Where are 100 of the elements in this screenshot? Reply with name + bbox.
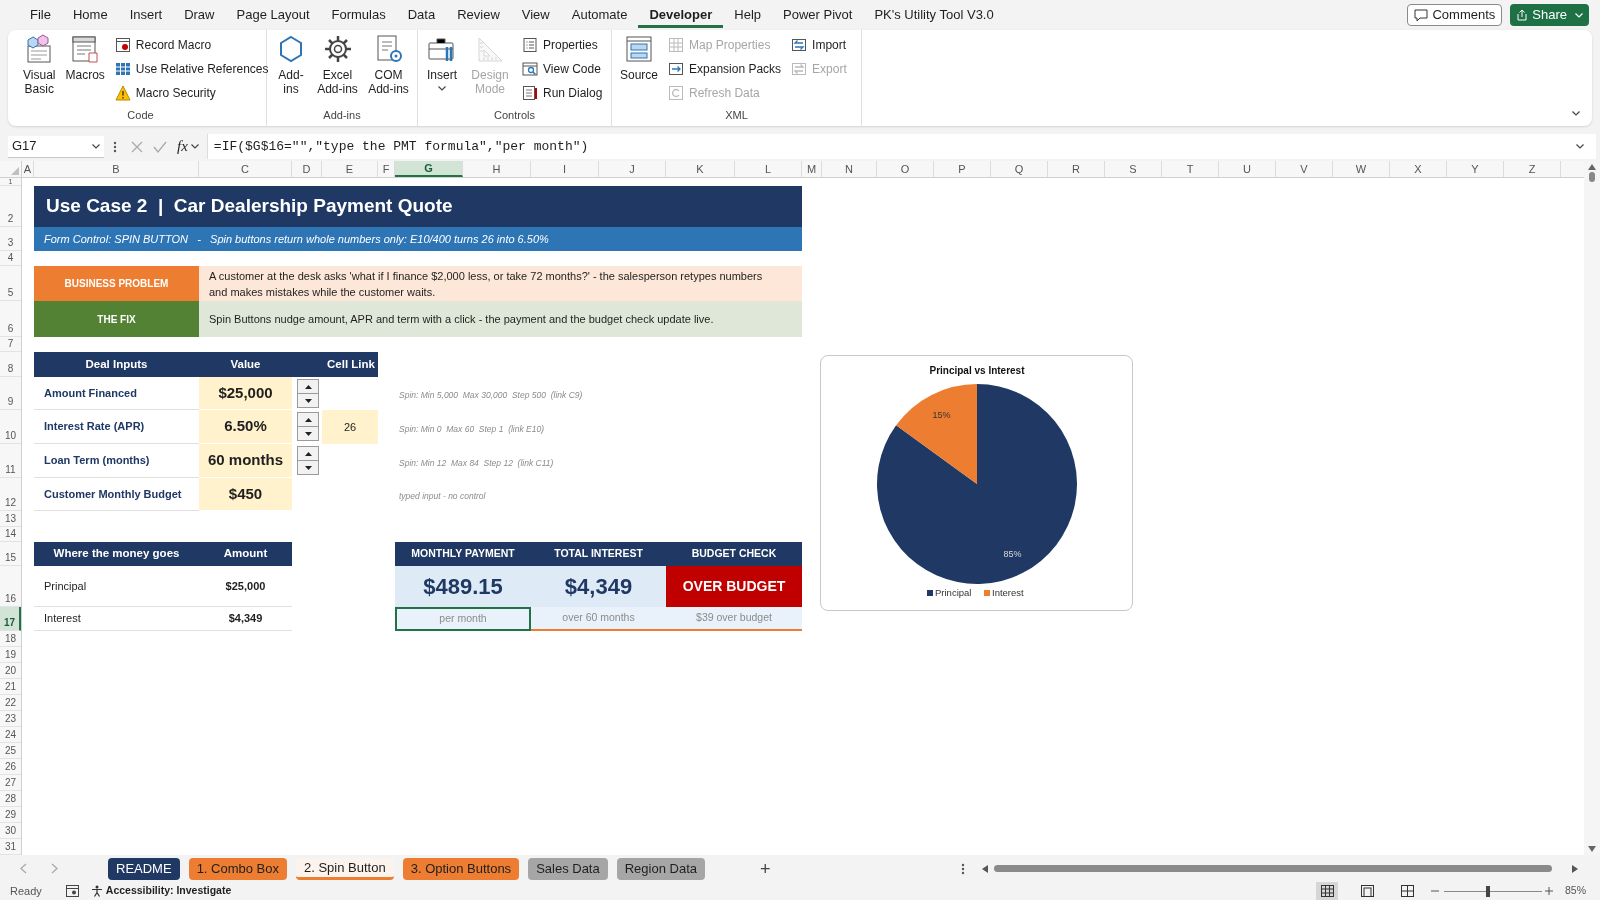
menu-tab[interactable]: Help bbox=[723, 2, 773, 28]
menu-tab[interactable]: Draw bbox=[173, 2, 226, 28]
column-header[interactable]: A bbox=[22, 161, 34, 177]
menu-tab[interactable]: Page Layout bbox=[225, 2, 321, 28]
spin-button[interactable] bbox=[297, 379, 319, 408]
column-header[interactable]: U bbox=[1219, 161, 1276, 177]
column-header[interactable]: Z bbox=[1504, 161, 1561, 177]
column-header[interactable]: D bbox=[292, 161, 322, 177]
row-header[interactable]: 31 bbox=[0, 839, 21, 855]
row-header[interactable]: 28 bbox=[0, 791, 21, 807]
ribbon-button[interactable]: COM Add-ins bbox=[366, 33, 411, 96]
column-header[interactable]: P bbox=[934, 161, 991, 177]
row-header[interactable]: 7 bbox=[0, 337, 21, 352]
row-header[interactable]: 20 bbox=[0, 663, 21, 679]
ribbon-button[interactable]: Run Dialog bbox=[520, 81, 605, 105]
ribbon-button[interactable]: Excel Add-ins bbox=[315, 33, 360, 96]
ribbon-button[interactable]: Visual Basic bbox=[21, 33, 58, 96]
row-header[interactable]: 4 bbox=[0, 251, 21, 266]
menu-tab[interactable]: Review bbox=[446, 2, 511, 28]
row-header[interactable]: 23 bbox=[0, 711, 21, 727]
ribbon-button[interactable]: Properties bbox=[520, 33, 605, 57]
row-header[interactable]: 29 bbox=[0, 807, 21, 823]
sheet-tab[interactable]: 1. Combo Box bbox=[188, 857, 287, 880]
menu-tab[interactable]: Home bbox=[61, 2, 119, 28]
spin-button[interactable] bbox=[297, 412, 319, 441]
ribbon-button[interactable]: Use Relative References bbox=[112, 57, 271, 81]
input-cell[interactable]: 6.50% bbox=[199, 410, 292, 444]
ribbon-button[interactable]: Macro Security bbox=[112, 81, 271, 105]
row-header[interactable]: 27 bbox=[0, 775, 21, 791]
column-header[interactable]: O bbox=[877, 161, 934, 177]
row-header[interactable]: 26 bbox=[0, 759, 21, 775]
column-header[interactable]: L bbox=[735, 161, 802, 177]
row-header[interactable]: 22 bbox=[0, 695, 21, 711]
name-box[interactable]: G17 bbox=[8, 135, 104, 158]
row-header[interactable]: 13 bbox=[0, 511, 21, 527]
column-header[interactable]: B bbox=[34, 161, 199, 177]
menu-tab[interactable]: Insert bbox=[118, 2, 174, 28]
ribbon-button[interactable]: Record Macro bbox=[112, 33, 271, 57]
column-header[interactable]: H bbox=[463, 161, 531, 177]
column-header[interactable]: G bbox=[395, 161, 463, 177]
row-header[interactable]: 25 bbox=[0, 743, 21, 759]
sheet-tab[interactable]: 3. Option Buttons bbox=[402, 857, 520, 880]
input-cell[interactable]: $25,000 bbox=[199, 377, 292, 410]
column-header[interactable]: W bbox=[1333, 161, 1390, 177]
row-header[interactable]: 24 bbox=[0, 727, 21, 743]
row-header[interactable]: 12 bbox=[0, 478, 21, 511]
row-header[interactable]: 9 bbox=[0, 377, 21, 410]
column-header[interactable]: V bbox=[1276, 161, 1333, 177]
sheet-tab[interactable]: 2. Spin Button bbox=[296, 857, 394, 880]
column-header[interactable]: E bbox=[322, 161, 378, 177]
row-header[interactable]: 3 bbox=[0, 227, 21, 251]
row-header[interactable]: 17 bbox=[0, 607, 21, 631]
ribbon-button[interactable]: View Code bbox=[520, 57, 605, 81]
column-header[interactable]: K bbox=[666, 161, 735, 177]
menu-tab[interactable]: Data bbox=[396, 2, 447, 28]
ribbon-button[interactable]: Add-ins bbox=[273, 33, 309, 96]
ribbon-button[interactable]: Macros bbox=[63, 33, 107, 82]
row-header[interactable]: 21 bbox=[0, 679, 21, 695]
row-header[interactable]: 8 bbox=[0, 352, 21, 377]
ribbon-button[interactable]: Expansion Packs bbox=[666, 57, 784, 81]
row-header[interactable]: 30 bbox=[0, 823, 21, 839]
column-header[interactable]: I bbox=[531, 161, 599, 177]
input-cell[interactable]: $450 bbox=[199, 478, 292, 511]
column-header[interactable]: C bbox=[199, 161, 292, 177]
sheet-tab[interactable]: Region Data bbox=[616, 857, 705, 880]
scroll-thumb[interactable] bbox=[1589, 172, 1595, 182]
insert-function-button[interactable]: fx bbox=[177, 135, 199, 158]
column-header[interactable]: J bbox=[599, 161, 666, 177]
sheet-tab[interactable]: Sales Data bbox=[528, 857, 608, 880]
column-header[interactable]: Q bbox=[991, 161, 1048, 177]
column-header[interactable]: T bbox=[1162, 161, 1219, 177]
column-header[interactable]: S bbox=[1105, 161, 1162, 177]
sheet-tab[interactable]: README bbox=[108, 857, 180, 880]
comments-button[interactable]: Comments bbox=[1407, 4, 1503, 26]
formula-field[interactable]: =IF($G$16="","type the PMT formula","per month") bbox=[206, 134, 1596, 159]
accessibility-button[interactable]: Accessibility: Investigate bbox=[90, 883, 232, 899]
row-header[interactable]: 10 bbox=[0, 410, 21, 444]
column-header[interactable]: R bbox=[1048, 161, 1105, 177]
row-header[interactable]: 11 bbox=[0, 444, 21, 478]
menu-tab[interactable]: File bbox=[19, 2, 62, 28]
menu-tab[interactable]: Formulas bbox=[320, 2, 397, 28]
spin-button[interactable] bbox=[297, 446, 319, 475]
column-header[interactable]: X bbox=[1390, 161, 1447, 177]
view-button[interactable] bbox=[1316, 882, 1338, 900]
column-header[interactable]: N bbox=[822, 161, 877, 177]
row-header[interactable]: 15 bbox=[0, 542, 21, 566]
add-sheet-button[interactable]: + bbox=[760, 859, 771, 878]
menu-tab[interactable]: PK's Utility Tool V3.0 bbox=[863, 2, 1005, 28]
input-cell[interactable]: 60 months bbox=[199, 444, 292, 478]
ribbon-button[interactable]: Insert bbox=[424, 33, 460, 91]
row-header[interactable]: 2 bbox=[0, 186, 21, 227]
column-header[interactable]: Y bbox=[1447, 161, 1504, 177]
menu-tab[interactable]: Power Pivot bbox=[772, 2, 864, 28]
row-header[interactable]: 5 bbox=[0, 266, 21, 301]
row-header[interactable]: 18 bbox=[0, 631, 21, 647]
menu-tab[interactable]: View bbox=[510, 2, 561, 28]
column-header[interactable]: M bbox=[802, 161, 822, 177]
share-button[interactable]: Share bbox=[1510, 4, 1589, 26]
ribbon-button[interactable]: Source bbox=[618, 33, 661, 82]
row-header[interactable]: 19 bbox=[0, 647, 21, 663]
